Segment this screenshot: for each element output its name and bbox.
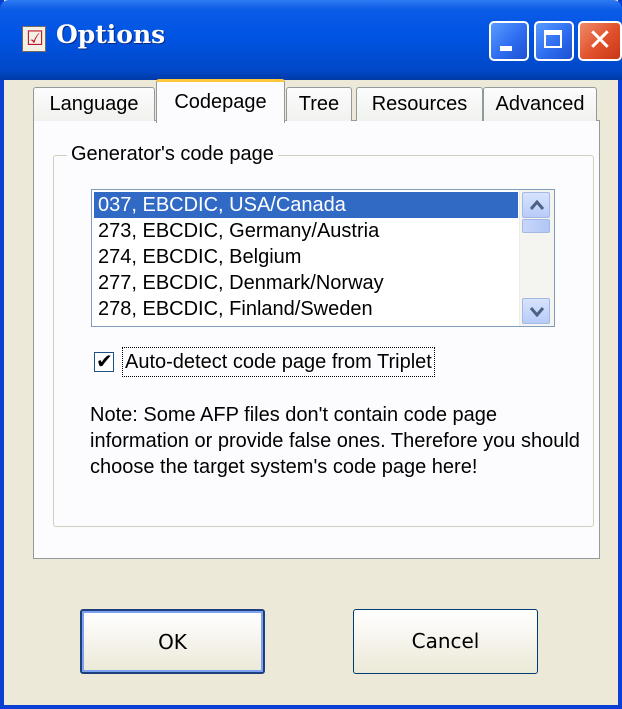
checkmark-icon: ✔ bbox=[96, 349, 113, 373]
list-item[interactable]: 277, EBCDIC, Denmark/Norway bbox=[94, 270, 518, 296]
title-bar[interactable]: ☑ Options ✕ bbox=[0, 0, 622, 80]
scroll-thumb[interactable] bbox=[522, 219, 550, 233]
autodetect-label[interactable]: Auto-detect code page from Triplet bbox=[122, 347, 435, 377]
list-item[interactable]: 274, EBCDIC, Belgium bbox=[94, 244, 518, 270]
maximize-button[interactable] bbox=[534, 21, 574, 61]
tab-advanced[interactable]: Advanced bbox=[483, 87, 597, 121]
window-title: Options bbox=[56, 20, 166, 49]
list-item[interactable]: 273, EBCDIC, Germany/Austria bbox=[94, 218, 518, 244]
ok-button[interactable]: OK bbox=[80, 609, 265, 674]
maximize-icon bbox=[544, 30, 562, 48]
close-button[interactable]: ✕ bbox=[578, 21, 622, 61]
chevron-up-icon bbox=[529, 199, 545, 210]
close-icon: ✕ bbox=[587, 23, 613, 58]
scroll-down-button[interactable] bbox=[522, 298, 550, 324]
list-item[interactable]: 037, EBCDIC, USA/Canada bbox=[94, 192, 518, 218]
codepage-listbox[interactable]: 037, EBCDIC, USA/Canada 273, EBCDIC, Ger… bbox=[91, 189, 555, 327]
groupbox-label: Generator's code page bbox=[67, 143, 278, 166]
minimize-button[interactable] bbox=[489, 21, 529, 61]
autodetect-checkbox[interactable]: ✔ bbox=[94, 349, 114, 373]
tab-language[interactable]: Language bbox=[33, 87, 155, 121]
chevron-down-icon bbox=[529, 307, 545, 317]
listbox-scrollbar[interactable] bbox=[519, 190, 554, 326]
tab-tree[interactable]: Tree bbox=[286, 87, 352, 121]
list-item[interactable]: 278, EBCDIC, Finland/Sweden bbox=[94, 296, 518, 322]
codepage-note: Note: Some AFP files don't contain code … bbox=[90, 404, 580, 478]
tab-codepage[interactable]: Codepage bbox=[156, 79, 285, 123]
tab-resources[interactable]: Resources bbox=[356, 87, 483, 121]
minimize-icon bbox=[500, 46, 512, 51]
scroll-up-button[interactable] bbox=[522, 192, 550, 218]
app-icon: ☑ bbox=[22, 26, 46, 52]
cancel-button[interactable]: Cancel bbox=[353, 609, 538, 674]
